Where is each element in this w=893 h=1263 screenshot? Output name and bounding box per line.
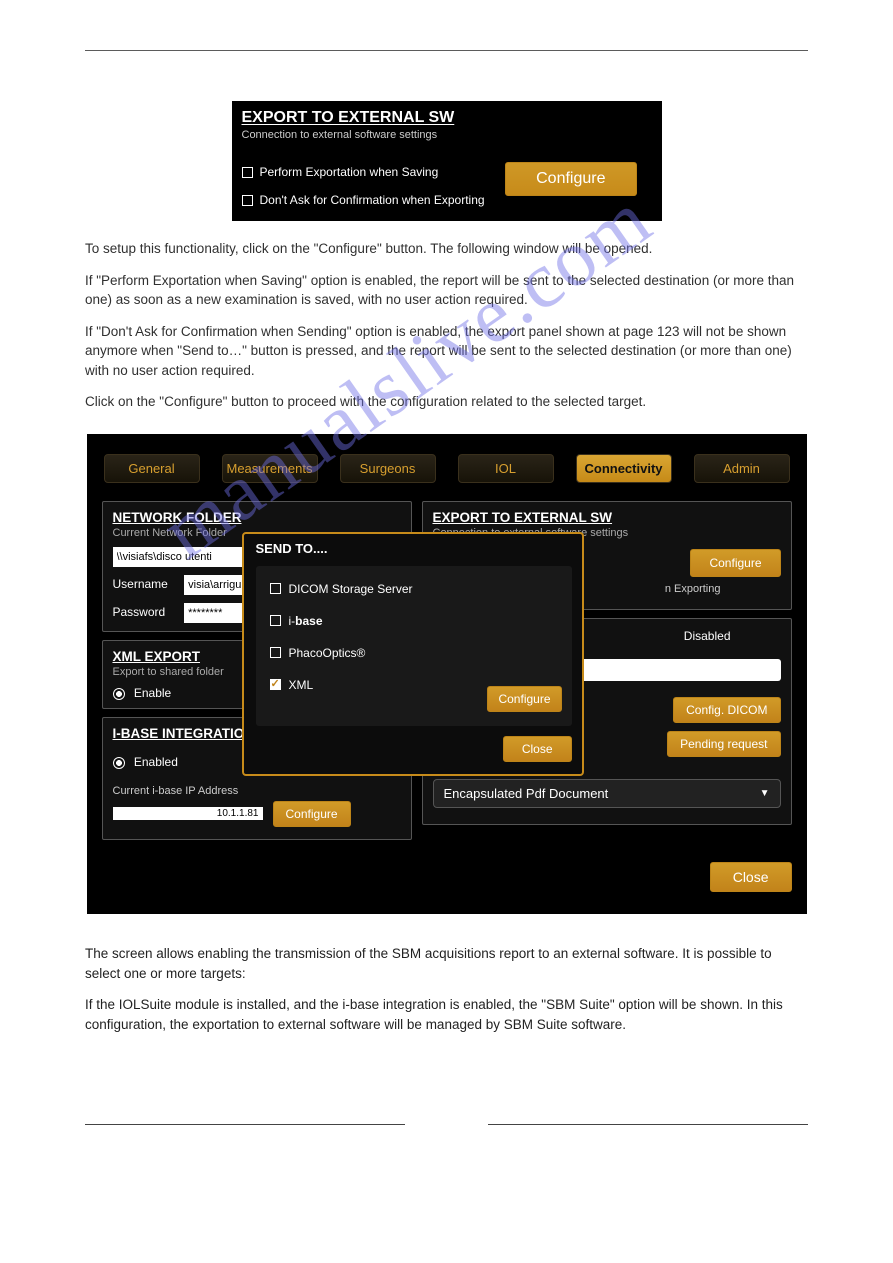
checkbox-icon[interactable] [242,195,253,206]
checkbox-icon[interactable] [270,583,281,594]
cb-dont-ask: Don't Ask for Confirmation when Exportin… [260,193,485,207]
checkbox-icon[interactable] [270,615,281,626]
cb-perform-export: Perform Exportation when Saving [260,165,439,179]
paragraph: The screen allows enabling the transmiss… [85,944,808,983]
panel-title: EXPORT TO EXTERNAL SW [242,109,652,127]
tab-surgeons[interactable]: Surgeons [340,454,436,483]
configure-button[interactable]: Configure [273,801,351,827]
checkbox-icon[interactable] [270,647,281,658]
folder-input[interactable] [113,547,243,567]
radio-icon[interactable] [113,686,131,700]
username-label: Username [113,577,175,591]
ip-label: Current i-base IP Address [113,785,401,797]
ip-value[interactable]: 10.1.1.81 [113,807,263,820]
export-panel: EXPORT TO EXTERNAL SW Connection to exte… [232,101,662,221]
footer-right [488,1124,808,1125]
password-label: Password [113,605,175,619]
opt-xml: XML [289,678,314,692]
tab-measurements[interactable]: Measurements [222,454,318,483]
tab-bar: General Measurements Surgeons IOL Connec… [102,454,792,483]
paragraph: If the IOLSuite module is installed, and… [85,995,808,1034]
radio-icon[interactable] [113,755,131,769]
dropdown-value: Encapsulated Pdf Document [444,786,609,801]
tab-iol[interactable]: IOL [458,454,554,483]
paragraph: If "Perform Exportation when Saving" opt… [85,271,808,310]
footer [85,1124,808,1125]
modal-close-button[interactable]: Close [503,736,572,762]
opt-ibase: i-base [289,614,323,628]
configure-button[interactable]: Configure [690,549,780,577]
opt-phaco: PhacoOptics® [289,646,366,660]
send-to-modal: SEND TO.... DICOM Storage Server i-base … [242,532,584,776]
config-dicom-button[interactable]: Config. DICOM [673,697,780,723]
modal-title: SEND TO.... [256,541,572,556]
box-title: NETWORK FOLDER [113,510,401,525]
checkbox-icon[interactable] [270,679,281,690]
opt-dicom: DICOM Storage Server [289,582,413,596]
configure-button[interactable]: Configure [505,162,636,196]
top-rule [85,50,808,51]
footer-left [85,1124,405,1125]
after-text: The screen allows enabling the transmiss… [85,944,808,1034]
modal-configure-button[interactable]: Configure [487,686,561,712]
paragraph: Click on the "Configure" button to proce… [85,392,808,412]
chevron-down-icon: ▼ [760,788,770,799]
enable-label: Enable [134,686,171,700]
body-text: To setup this functionality, click on th… [85,239,808,412]
checkbox-icon[interactable] [242,167,253,178]
panel-subtitle: Connection to external software settings [242,129,652,141]
pending-request-button[interactable]: Pending request [667,731,780,757]
paragraph: If "Don't Ask for Confirmation when Send… [85,322,808,381]
settings-screenshot: General Measurements Surgeons IOL Connec… [87,434,807,914]
close-button[interactable]: Close [710,862,792,892]
paragraph: To setup this functionality, click on th… [85,239,808,259]
box-title: EXPORT TO EXTERNAL SW [433,510,781,525]
tab-connectivity[interactable]: Connectivity [576,454,672,483]
tab-admin[interactable]: Admin [694,454,790,483]
export-mode-dropdown[interactable]: Encapsulated Pdf Document ▼ [433,779,781,808]
enabled-label: Enabled [134,755,178,769]
tab-general[interactable]: General [104,454,200,483]
